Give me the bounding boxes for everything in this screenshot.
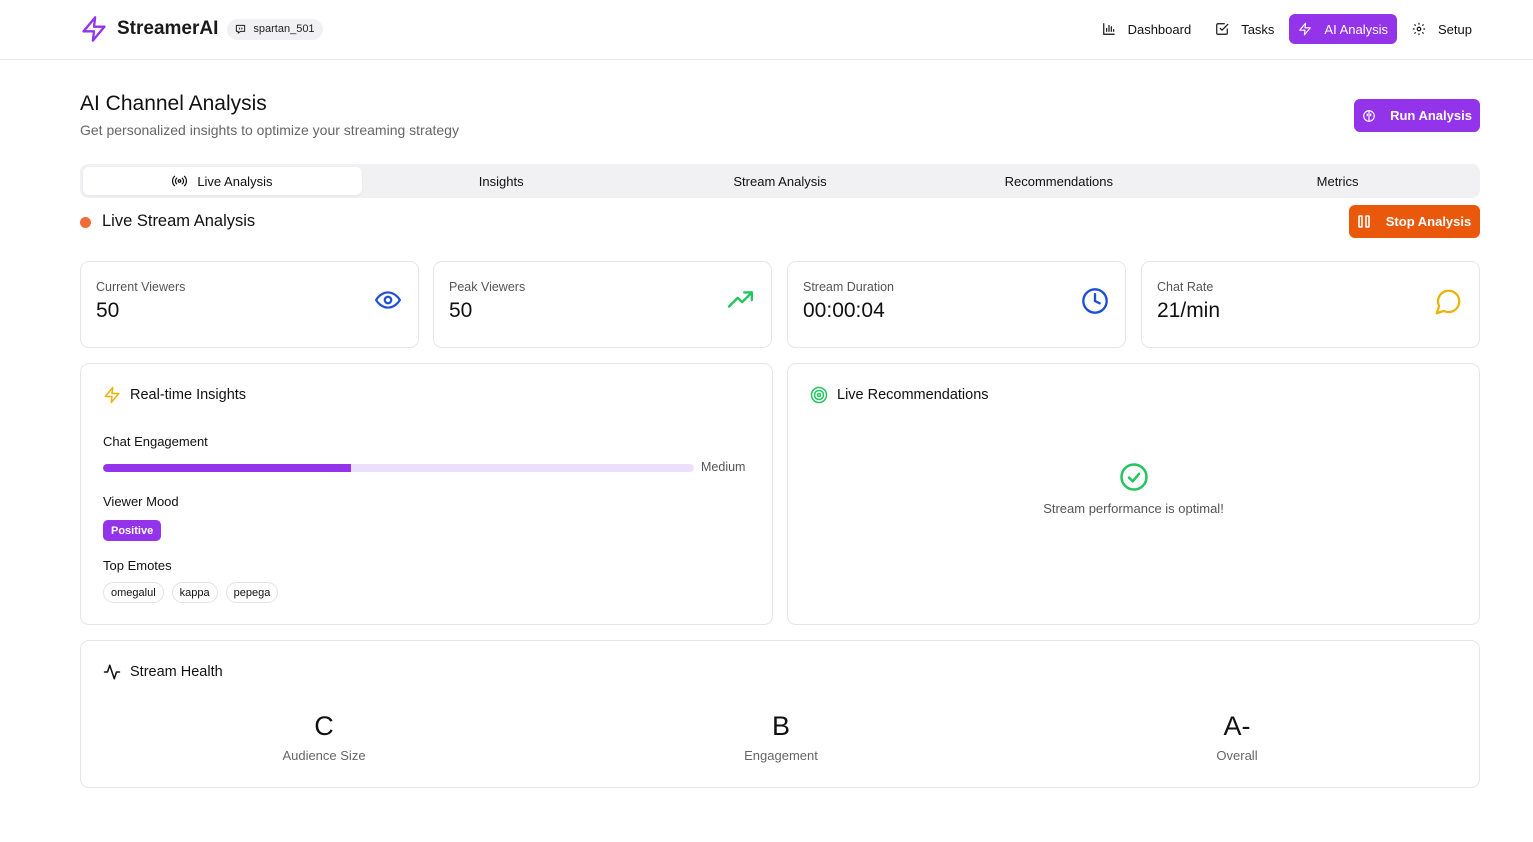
chat-engagement-bar	[103, 464, 694, 472]
stat-label: Stream Duration	[803, 280, 895, 294]
recommendation-message: Stream performance is optimal!	[1043, 501, 1224, 516]
eye-icon	[374, 287, 402, 318]
viewer-mood-badge: Positive	[103, 520, 162, 541]
engagement-label: Engagement	[744, 748, 818, 763]
check-circle-icon	[1119, 462, 1149, 497]
main-nav: Dashboard Tasks AI Analysis Setup	[1087, 14, 1481, 44]
peak-viewers-card: Peak Viewers 50	[433, 261, 772, 348]
chat-bubble-icon	[1433, 287, 1463, 322]
nav-label: Dashboard	[1127, 21, 1192, 37]
nav-tasks[interactable]: Tasks	[1206, 14, 1283, 44]
top-navbar: StreamerAI spartan_501 Dashboard Tasks A…	[0, 0, 1533, 60]
section-title: Stream Health	[130, 664, 223, 680]
section-header: Stream Health	[103, 663, 223, 681]
target-icon	[810, 386, 828, 404]
pause-icon	[1357, 215, 1370, 228]
username: spartan_501	[253, 23, 315, 35]
stream-health-card: Stream Health C Audience Size B Engageme…	[80, 640, 1480, 788]
chat-engagement-level: Medium	[701, 460, 746, 474]
nav-ai-analysis[interactable]: AI Analysis	[1289, 14, 1398, 44]
nav-label: Setup	[1438, 21, 1472, 37]
brain-icon	[1363, 109, 1375, 122]
stat-label: Current Viewers	[96, 280, 186, 294]
section-title: Live Recommendations	[837, 387, 989, 403]
tab-label: Metrics	[1316, 173, 1359, 189]
broadcast-icon	[172, 175, 188, 187]
zap-icon	[104, 386, 120, 404]
stop-analysis-button[interactable]: Stop Analysis	[1349, 205, 1480, 238]
stat-value: 50	[449, 299, 473, 322]
realtime-insights-card: Real-time Insights Chat Engagement Mediu…	[80, 363, 773, 625]
gear-icon	[1412, 22, 1426, 36]
live-status-dot	[80, 217, 91, 228]
emote-tag: omegalul	[103, 582, 164, 603]
overall-label: Overall	[1216, 748, 1258, 763]
tab-label: Live Analysis	[197, 173, 273, 189]
nav-label: Tasks	[1241, 21, 1275, 37]
chat-engagement-label: Chat Engagement	[103, 434, 208, 449]
audience-size-label: Audience Size	[282, 748, 366, 763]
emote-tag: pepega	[225, 582, 279, 603]
chat-square-icon	[236, 24, 246, 34]
bar-chart-icon	[1102, 23, 1115, 35]
section-header: Live Recommendations	[810, 386, 989, 404]
stop-analysis-label: Stop Analysis	[1385, 214, 1472, 229]
current-viewers-card: Current Viewers 50	[80, 261, 419, 348]
clock-icon	[1081, 287, 1109, 320]
viewer-mood-label: Viewer Mood	[103, 494, 179, 509]
tab-metrics[interactable]: Metrics	[1198, 167, 1477, 195]
top-emotes-label: Top Emotes	[103, 558, 172, 573]
brand[interactable]: StreamerAI spartan_501	[80, 14, 323, 44]
trending-up-icon	[727, 287, 755, 318]
analysis-tabs: Live Analysis Insights Stream Analysis R…	[80, 164, 1480, 198]
zap-icon	[1299, 22, 1312, 36]
tab-live-analysis[interactable]: Live Analysis	[83, 167, 362, 195]
activity-icon	[103, 664, 121, 680]
stat-label: Peak Viewers	[449, 280, 526, 294]
stat-value: 50	[96, 299, 120, 322]
section-header: Real-time Insights	[103, 386, 246, 404]
nav-label: AI Analysis	[1324, 21, 1389, 37]
live-stream-title: Live Stream Analysis	[102, 212, 256, 230]
stat-label: Chat Rate	[1157, 280, 1214, 294]
live-recommendations-card: Live Recommendations Stream performance …	[787, 363, 1480, 625]
tab-stream-analysis[interactable]: Stream Analysis	[641, 167, 920, 195]
check-square-icon	[1216, 23, 1229, 35]
chat-engagement-fill	[103, 464, 352, 472]
stream-duration-card: Stream Duration 00:00:04	[787, 261, 1126, 348]
brand-name: StreamerAI	[117, 18, 219, 39]
section-title: Real-time Insights	[130, 387, 247, 403]
chat-rate-card: Chat Rate 21/min	[1141, 261, 1480, 348]
stat-value: 21/min	[1157, 299, 1221, 322]
run-analysis-button[interactable]: Run Analysis	[1354, 99, 1480, 132]
tab-label: Stream Analysis	[733, 173, 827, 189]
nav-setup[interactable]: Setup	[1403, 14, 1481, 44]
nav-dashboard[interactable]: Dashboard	[1093, 14, 1201, 44]
tab-label: Insights	[478, 173, 524, 189]
tab-recommendations[interactable]: Recommendations	[919, 167, 1198, 195]
audience-size-grade: C	[314, 711, 334, 741]
overall-grade: A-	[1223, 711, 1251, 741]
page-subtitle: Get personalized insights to optimize yo…	[80, 122, 459, 138]
engagement-grade: B	[771, 711, 790, 741]
page-title: AI Channel Analysis	[80, 92, 267, 115]
stat-value: 00:00:04	[803, 299, 885, 322]
emote-list: omegalul kappa pepega	[103, 582, 286, 603]
tab-label: Recommendations	[1004, 173, 1113, 189]
zap-logo-icon	[80, 14, 108, 44]
username-badge: spartan_501	[227, 18, 323, 40]
run-analysis-label: Run Analysis	[1390, 108, 1472, 123]
tab-insights[interactable]: Insights	[362, 167, 641, 195]
emote-tag: kappa	[171, 582, 218, 603]
